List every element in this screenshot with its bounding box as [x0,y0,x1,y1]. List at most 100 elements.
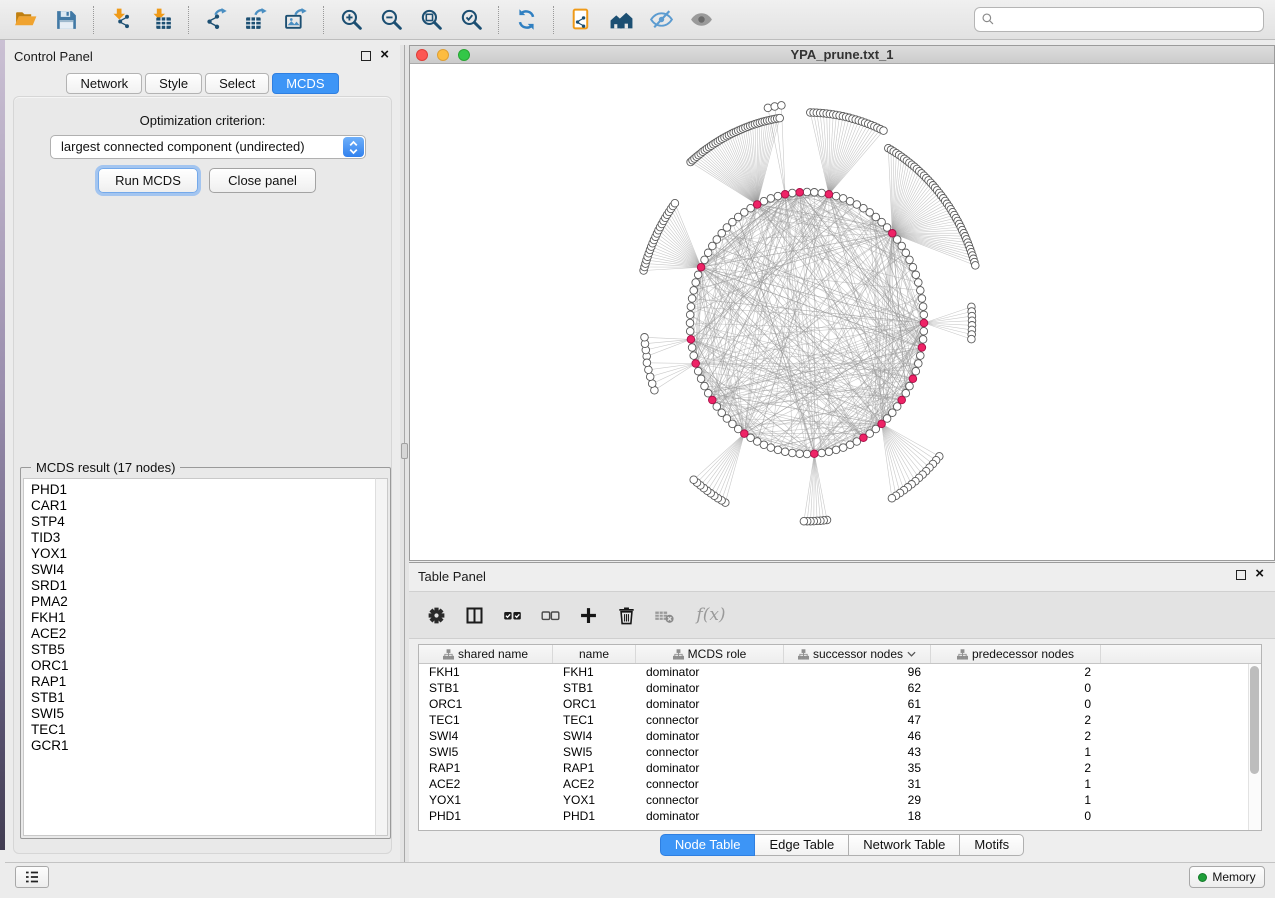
cell-successor-nodes[interactable]: 43 [784,744,931,760]
cell-shared-name[interactable]: TEC1 [419,712,553,728]
cell-MCDS-role[interactable]: connector [636,776,784,792]
splitter-handle[interactable] [401,443,408,459]
network-node[interactable] [774,446,782,454]
cell-MCDS-role[interactable]: dominator [636,696,784,712]
network-node[interactable] [919,336,927,344]
network-node[interactable] [919,303,927,311]
network-node[interactable] [671,199,679,207]
cell-successor-nodes[interactable]: 31 [784,776,931,792]
mcds-result-item[interactable]: SWI5 [31,706,387,722]
network-node[interactable] [690,352,698,360]
search-input[interactable] [974,7,1264,32]
network-node[interactable] [781,448,789,456]
zoom-selected-button[interactable] [451,3,491,37]
network-node[interactable] [789,449,797,457]
tab-select[interactable]: Select [205,73,269,94]
mcds-node[interactable] [920,319,928,327]
network-node[interactable] [688,344,696,352]
network-node[interactable] [645,366,653,374]
share-session-button[interactable] [561,3,601,37]
minimize-window-icon[interactable] [437,49,449,61]
tab-mcds[interactable]: MCDS [272,73,338,94]
save-session-button[interactable] [46,3,86,37]
tab-style[interactable]: Style [145,73,202,94]
network-node[interactable] [789,189,797,197]
network-node[interactable] [701,382,709,390]
network-node[interactable] [641,334,649,342]
mcds-node[interactable] [909,375,917,383]
mcds-result-item[interactable]: STP4 [31,514,387,530]
network-node[interactable] [694,271,702,279]
show-columns-button[interactable] [463,602,485,628]
task-history-button[interactable] [15,866,49,888]
network-node[interactable] [906,256,914,264]
mcds-result-item[interactable]: CAR1 [31,498,387,514]
mcds-result-item[interactable]: SRD1 [31,578,387,594]
select-all-rows-button[interactable] [501,602,523,628]
refresh-view-button[interactable] [506,3,546,37]
mcds-result-item[interactable]: STB1 [31,690,387,706]
cell-MCDS-role[interactable]: dominator [636,760,784,776]
open-file-button[interactable] [6,3,46,37]
cell-successor-nodes[interactable]: 96 [784,664,931,680]
network-node[interactable] [687,303,695,311]
network-node[interactable] [839,444,847,452]
cell-MCDS-role[interactable]: connector [636,744,784,760]
close-panel-button[interactable]: Close panel [209,168,316,193]
cell-name[interactable]: ACE2 [553,776,636,792]
network-node[interactable] [915,360,923,368]
network-node[interactable] [767,195,775,203]
network-node[interactable] [713,403,721,411]
cell-shared-name[interactable]: ORC1 [419,696,553,712]
network-node[interactable] [803,450,811,458]
table-row[interactable]: STB1STB1dominator620 [419,680,1261,696]
column-header-successor-nodes[interactable]: successor nodes [784,645,931,663]
network-node[interactable] [898,242,906,250]
cell-predecessor-nodes[interactable]: 2 [931,728,1101,744]
mcds-list-scrollbar[interactable] [375,478,388,836]
network-node[interactable] [697,375,705,383]
cell-predecessor-nodes[interactable]: 1 [931,792,1101,808]
mcds-node[interactable] [781,191,789,199]
network-node[interactable] [704,249,712,257]
tab-node-table[interactable]: Node Table [660,834,756,856]
mcds-node[interactable] [825,191,833,199]
cell-successor-nodes[interactable]: 29 [784,792,931,808]
network-node[interactable] [800,517,808,525]
cell-successor-nodes[interactable]: 47 [784,712,931,728]
mcds-node[interactable] [697,263,705,271]
float-table-panel-icon[interactable] [1236,570,1246,580]
network-node[interactable] [917,352,925,360]
cell-shared-name[interactable]: YOX1 [419,792,553,808]
tab-network[interactable]: Network [66,73,142,94]
mcds-result-item[interactable]: ACE2 [31,626,387,642]
table-row[interactable]: TEC1TEC1connector472 [419,712,1261,728]
close-table-panel-icon[interactable]: × [1255,569,1264,579]
network-node[interactable] [704,389,712,397]
cell-successor-nodes[interactable]: 18 [784,808,931,824]
maximize-window-icon[interactable] [458,49,470,61]
mcds-result-item[interactable]: FKH1 [31,610,387,626]
cell-MCDS-role[interactable]: dominator [636,728,784,744]
mcds-result-item[interactable]: ORC1 [31,658,387,674]
cell-successor-nodes[interactable]: 46 [784,728,931,744]
cell-shared-name[interactable]: SWI5 [419,744,553,760]
table-row[interactable]: ORC1ORC1dominator610 [419,696,1261,712]
cell-shared-name[interactable]: PHD1 [419,808,553,824]
network-node[interactable] [646,373,654,381]
column-header-name[interactable]: name [553,645,636,663]
table-row[interactable]: ACE2ACE2connector311 [419,776,1261,792]
table-scrollbar[interactable] [1248,664,1261,830]
cell-MCDS-role[interactable]: dominator [636,680,784,696]
optimization-criterion-select[interactable]: largest connected component (undirected) [50,135,366,159]
run-mcds-button[interactable]: Run MCDS [98,168,198,193]
network-node[interactable] [915,279,923,287]
close-window-icon[interactable] [416,49,428,61]
network-node[interactable] [774,192,782,200]
network-node[interactable] [690,476,698,484]
network-node[interactable] [832,446,840,454]
mcds-result-item[interactable]: PHD1 [31,482,387,498]
mcds-node[interactable] [889,230,897,238]
memory-button[interactable]: Memory [1189,866,1265,888]
network-node[interactable] [832,192,840,200]
